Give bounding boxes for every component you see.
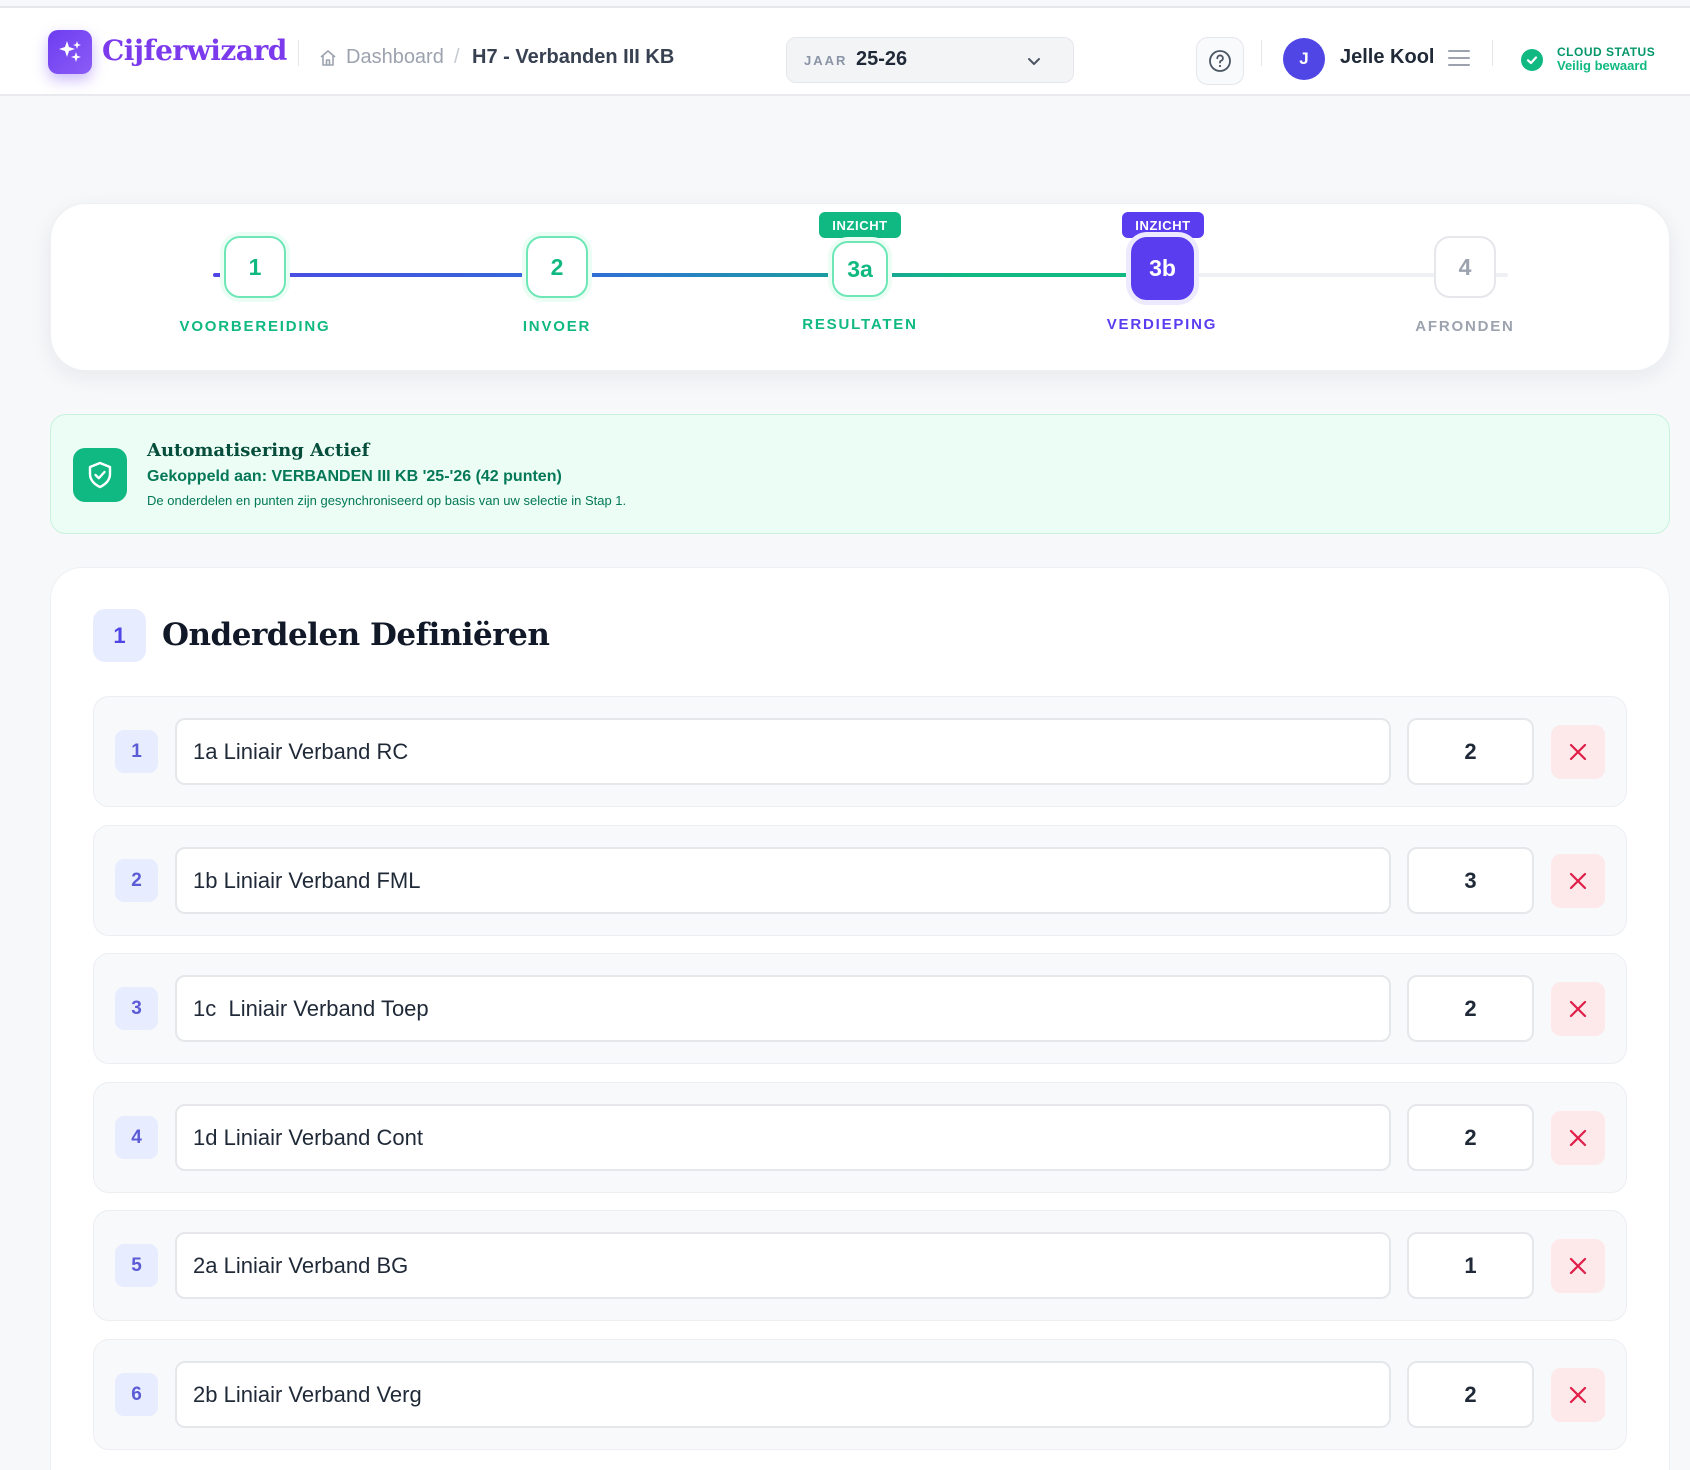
part-name-input[interactable] xyxy=(175,1232,1391,1299)
chevron-down-icon xyxy=(1028,58,1040,65)
part-index: 3 xyxy=(115,987,158,1030)
part-name-input[interactable] xyxy=(175,847,1391,914)
breadcrumb-separator: / xyxy=(454,46,460,68)
step-4-button[interactable]: 4 xyxy=(1434,236,1496,298)
step-4-label: AFRONDEN xyxy=(1415,318,1515,335)
alert-linked-test: Gekoppeld aan: VERBANDEN III KB '25-'26 … xyxy=(147,468,562,485)
step-3a-badge: INZICHT xyxy=(819,212,901,238)
step-1-button[interactable]: 1 xyxy=(224,236,286,298)
home-icon[interactable] xyxy=(318,48,338,68)
part-name-input[interactable] xyxy=(175,1361,1391,1428)
top-border xyxy=(0,0,1690,8)
step-3b-badge: INZICHT xyxy=(1122,212,1204,238)
close-icon xyxy=(1569,743,1587,761)
step-3a-button[interactable]: 3a xyxy=(832,241,888,297)
close-icon xyxy=(1569,1129,1587,1147)
part-points-input[interactable] xyxy=(1407,1361,1534,1428)
app-header: Cijferwizard Dashboard / H7 - Verbanden … xyxy=(0,8,1690,96)
check-circle-icon xyxy=(1521,49,1543,71)
part-row: 6 xyxy=(93,1339,1627,1450)
help-button[interactable] xyxy=(1196,37,1244,85)
alert-description: De onderdelen en punten zijn gesynchroni… xyxy=(147,493,627,508)
cloud-status-title: CLOUD STATUS xyxy=(1557,45,1656,59)
step-2-label: INVOER xyxy=(522,318,592,335)
close-icon xyxy=(1569,1386,1587,1404)
part-name-input[interactable] xyxy=(175,1104,1391,1171)
step-2-button[interactable]: 2 xyxy=(526,236,588,298)
part-index: 1 xyxy=(115,730,158,773)
part-points-input[interactable] xyxy=(1407,975,1534,1042)
step-3a-label: RESULTATEN xyxy=(802,316,918,333)
step-3b-label: VERDIEPING xyxy=(1106,316,1218,333)
delete-part-button[interactable] xyxy=(1551,1368,1605,1422)
delete-part-button[interactable] xyxy=(1551,982,1605,1036)
year-value: 25-26 xyxy=(856,48,908,70)
shield-check-icon xyxy=(73,448,127,502)
part-name-input[interactable] xyxy=(175,718,1391,785)
delete-part-button[interactable] xyxy=(1551,1111,1605,1165)
avatar[interactable]: J xyxy=(1283,38,1325,80)
close-icon xyxy=(1569,1257,1587,1275)
automation-alert: Automatisering Actief Gekoppeld aan: VER… xyxy=(50,414,1670,534)
menu-icon[interactable] xyxy=(1448,49,1470,67)
close-icon xyxy=(1569,1000,1587,1018)
section-title: Onderdelen Definiëren xyxy=(162,617,550,653)
year-label: JAAR xyxy=(804,53,848,68)
delete-part-button[interactable] xyxy=(1551,725,1605,779)
help-circle-icon xyxy=(1209,50,1231,72)
part-index: 2 xyxy=(115,859,158,902)
part-name-input[interactable] xyxy=(175,975,1391,1042)
part-points-input[interactable] xyxy=(1407,847,1534,914)
section-number: 1 xyxy=(93,609,146,662)
divider xyxy=(1261,40,1262,66)
year-select[interactable]: JAAR 25-26 xyxy=(786,37,1074,83)
delete-part-button[interactable] xyxy=(1551,854,1605,908)
part-points-input[interactable] xyxy=(1407,718,1534,785)
part-row: 3 xyxy=(93,953,1627,1064)
logo-icon[interactable] xyxy=(48,30,92,74)
part-index: 5 xyxy=(115,1244,158,1287)
close-icon xyxy=(1569,872,1587,890)
part-index: 6 xyxy=(115,1373,158,1416)
breadcrumb-dashboard-link[interactable]: Dashboard xyxy=(346,46,444,69)
step-1-label: VOORBEREIDING xyxy=(179,318,331,335)
divider xyxy=(1492,40,1493,66)
user-name[interactable]: Jelle Kool xyxy=(1340,46,1434,69)
part-index: 4 xyxy=(115,1116,158,1159)
app-name[interactable]: Cijferwizard xyxy=(102,34,287,67)
part-row: 2 xyxy=(93,825,1627,936)
part-row: 1 xyxy=(93,696,1627,807)
stepper-progress xyxy=(213,273,1163,277)
part-row: 4 xyxy=(93,1082,1627,1193)
divider xyxy=(298,40,299,66)
part-row: 5 xyxy=(93,1210,1627,1321)
step-3b-button[interactable]: 3b xyxy=(1131,237,1194,300)
delete-part-button[interactable] xyxy=(1551,1239,1605,1293)
part-points-input[interactable] xyxy=(1407,1232,1534,1299)
alert-title: Automatisering Actief xyxy=(147,440,370,461)
part-points-input[interactable] xyxy=(1407,1104,1534,1171)
cloud-status-text: Veilig bewaard xyxy=(1557,58,1648,73)
breadcrumb-current: H7 - Verbanden III KB xyxy=(472,46,675,68)
